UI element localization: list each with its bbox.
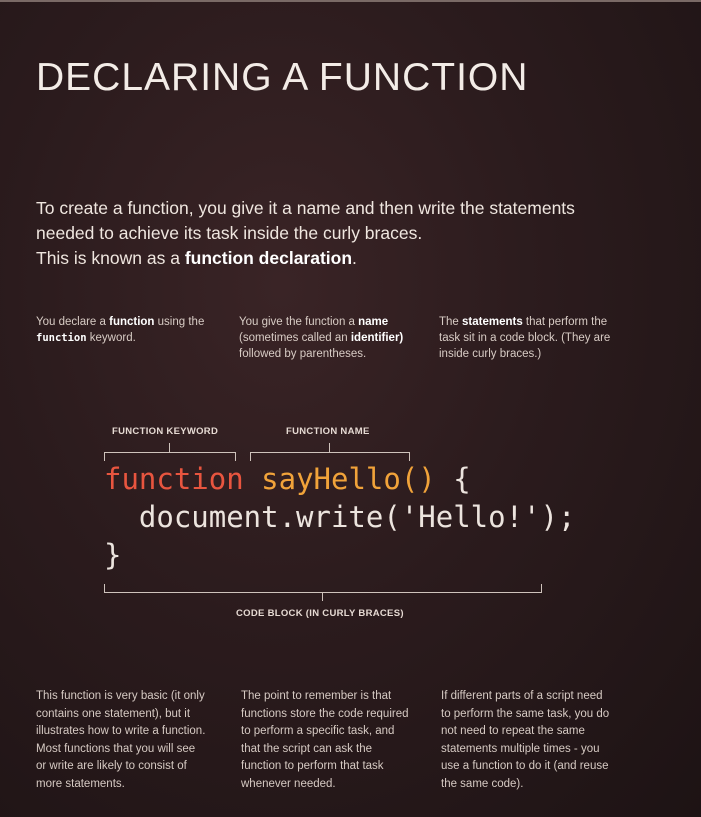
note-bold: identifier) xyxy=(350,332,404,344)
note-bold: function xyxy=(109,316,155,328)
intro-line-1: To create a function, you give it a name… xyxy=(36,198,575,218)
note-text: using the xyxy=(154,316,205,328)
note-code: function xyxy=(36,332,87,344)
note-keyword: You declare a function using the functio… xyxy=(36,314,216,346)
note-statements: The statements that perform the task sit… xyxy=(439,314,619,362)
code-statement: document.write('Hello!'); xyxy=(104,500,576,534)
note-text: (sometimes called an xyxy=(239,332,351,344)
label-function-keyword: FUNCTION KEYWORD xyxy=(112,426,219,437)
explanation-3: If different parts of a script need to p… xyxy=(441,690,610,790)
note-text: keyword. xyxy=(86,332,136,344)
code-keyword: function xyxy=(104,462,244,496)
note-bold: name xyxy=(358,316,389,328)
note-text: The xyxy=(439,316,463,328)
intro-line-3-suffix: . xyxy=(352,248,357,268)
label-function-name: FUNCTION NAME xyxy=(286,426,370,437)
note-text: You declare a xyxy=(36,316,110,328)
note-bold: statements xyxy=(462,316,523,328)
note-text: followed by parentheses. xyxy=(239,348,367,360)
note-name: You give the function a name (sometimes … xyxy=(239,314,419,362)
code-close-brace: } xyxy=(104,538,122,572)
top-rule xyxy=(0,0,701,2)
code-function-name: sayHello() xyxy=(261,462,436,496)
intro-line-3-prefix: This is known as a xyxy=(36,248,185,268)
intro-term: function declaration xyxy=(184,248,353,268)
intro-line-3: This is known as a function declaration. xyxy=(36,246,656,271)
intro-paragraph: To create a function, you give it a name… xyxy=(36,196,656,271)
code-sample: function sayHello() { document.write('He… xyxy=(104,460,575,574)
label-code-block: CODE BLOCK (IN CURLY BRACES) xyxy=(236,608,404,619)
explanation-2: The point to remember is that functions … xyxy=(241,690,409,790)
note-text: You give the function a xyxy=(239,316,359,328)
bracket-name-tick xyxy=(329,443,330,452)
page-title: DECLARING A FUNCTION xyxy=(36,56,529,100)
bracket-code-block xyxy=(104,584,542,593)
code-open-brace: { xyxy=(435,462,471,496)
bracket-code-block-tick xyxy=(322,593,323,601)
bracket-keyword-tick xyxy=(169,443,170,452)
explanation-1: This function is very basic (it only con… xyxy=(36,690,206,790)
intro-line-2: needed to achieve its task inside the cu… xyxy=(36,223,423,243)
